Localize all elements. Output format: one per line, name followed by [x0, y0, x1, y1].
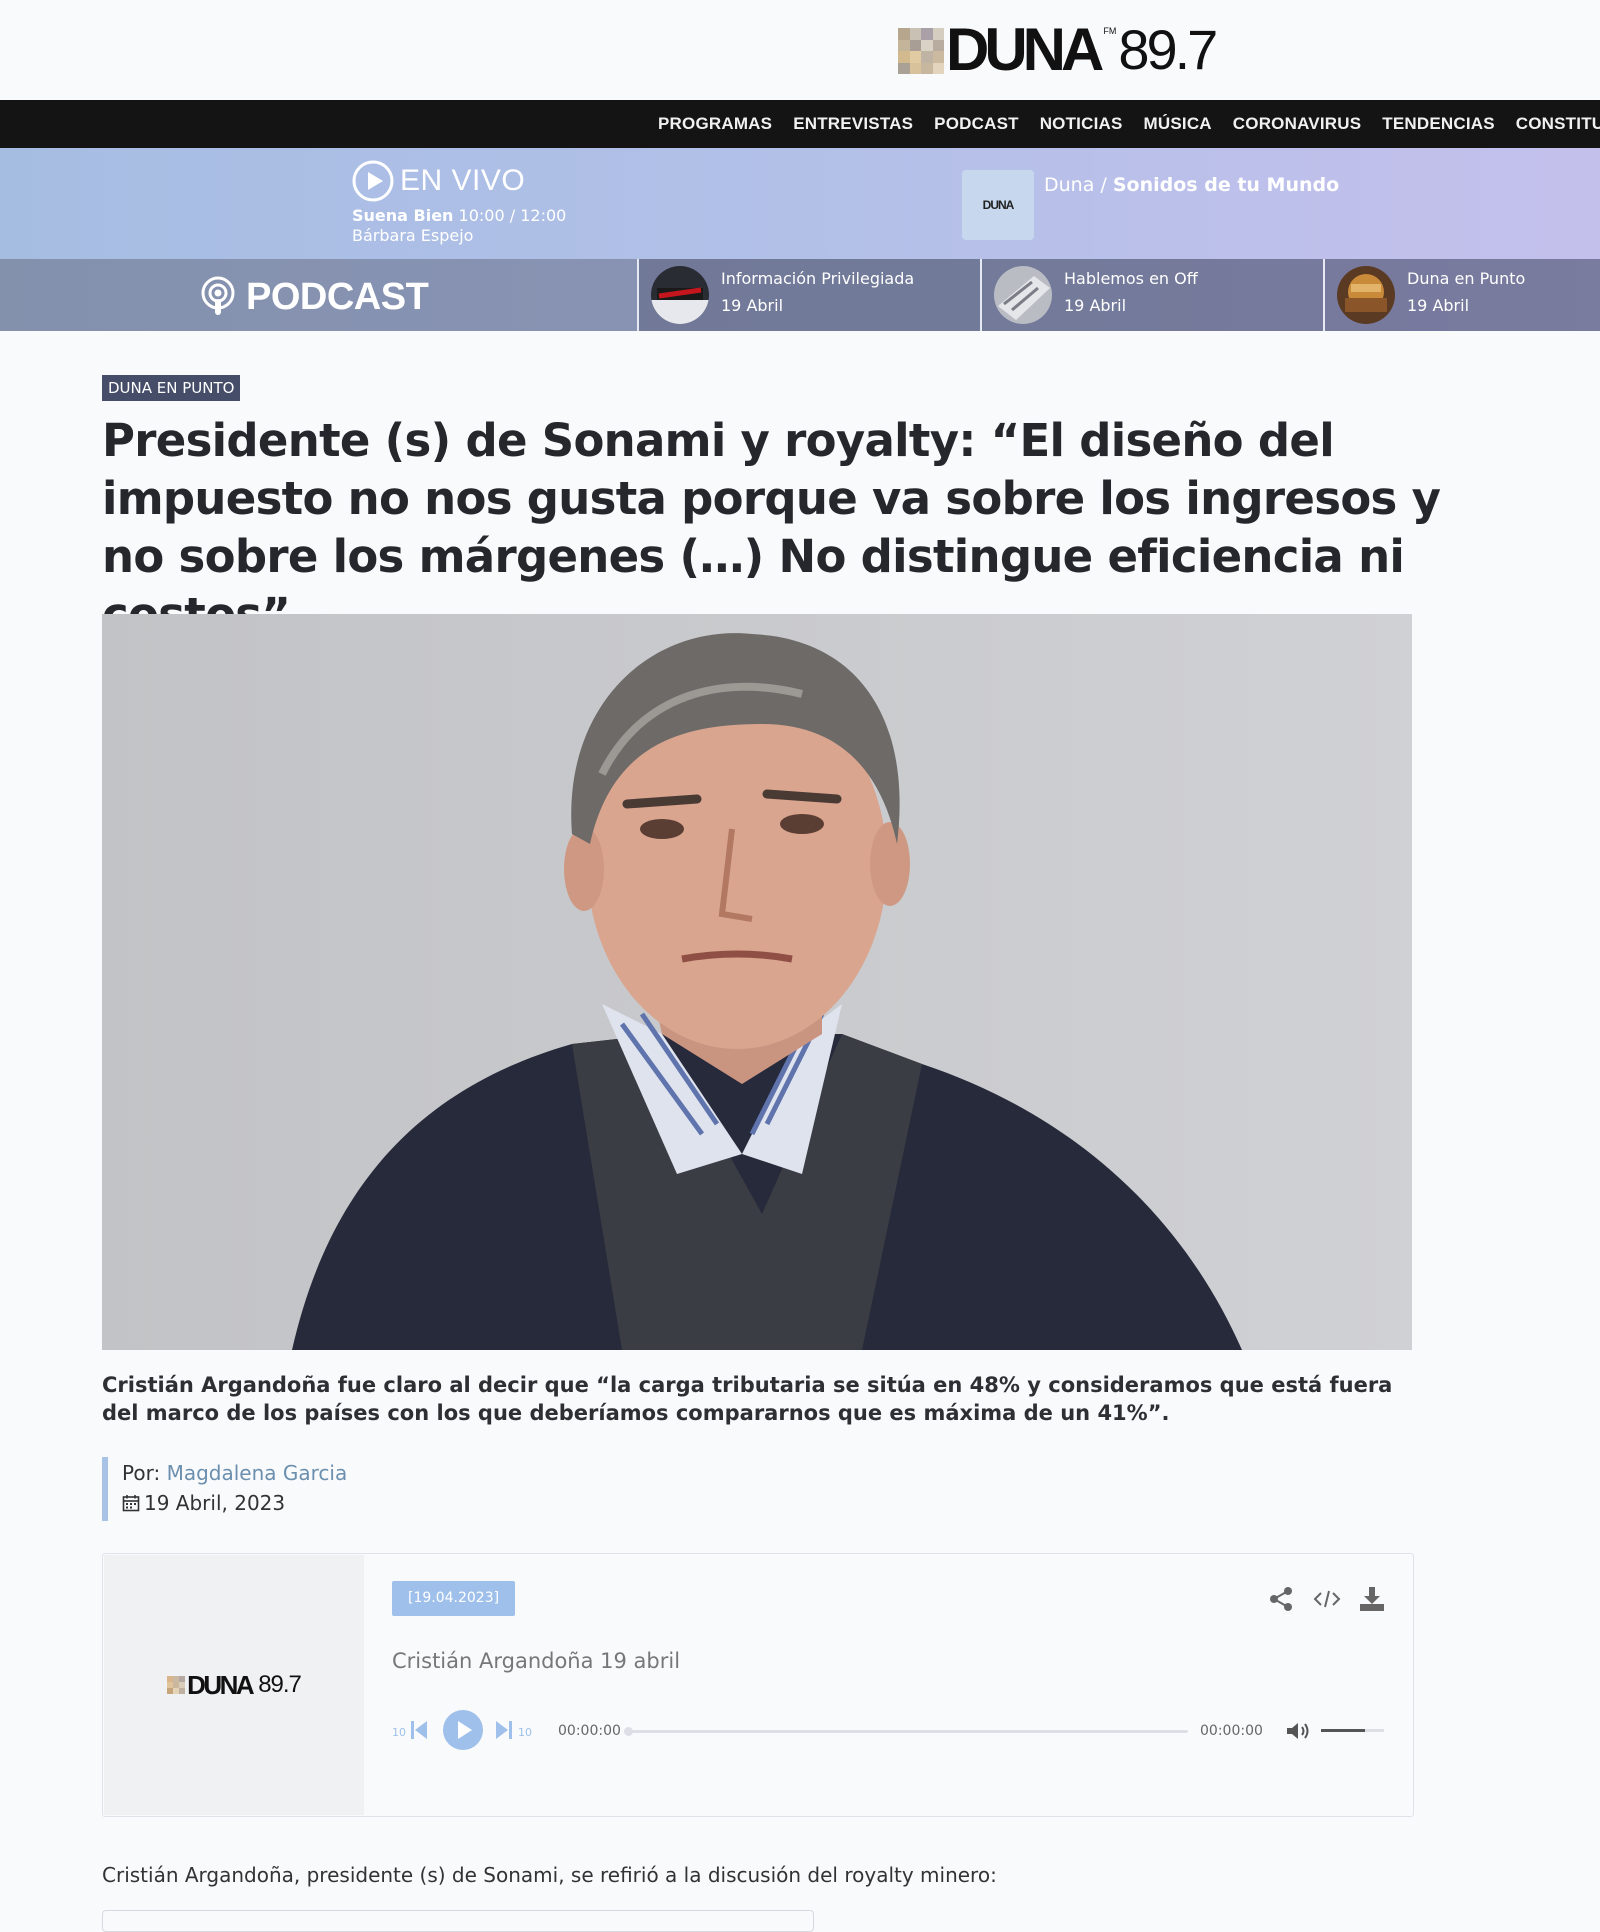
podcast-date: 19 Abril — [1064, 296, 1127, 315]
current-station: Duna / — [1044, 174, 1107, 196]
logo-mosaic-icon — [167, 1676, 186, 1694]
podcast-label[interactable]: PODCAST — [198, 275, 429, 319]
live-host: Bárbara Espejo — [352, 226, 474, 245]
article-photo — [102, 614, 1412, 1350]
live-show-time: 10:00 / 12:00 — [458, 206, 567, 225]
nav-item-entrevistas[interactable]: ENTREVISTAS — [793, 100, 913, 148]
embed-code-icon[interactable] — [1313, 1588, 1341, 1610]
article-paragraph: Cristián Argandoña, presidente (s) de So… — [102, 1863, 997, 1887]
podcast-date: 19 Abril — [721, 296, 784, 315]
logo-frequency: 89.7 — [1118, 18, 1218, 81]
live-label: EN VIVO — [400, 164, 526, 197]
live-show-name: Suena Bien — [352, 206, 454, 225]
podcast-card[interactable]: Información Privilegiada 19 Abril — [637, 259, 980, 331]
player-logo-mark: DUNA 89.7 — [167, 1669, 302, 1701]
volume-slider[interactable] — [1321, 1729, 1384, 1732]
podcast-title: Hablemos en Off — [1064, 269, 1198, 288]
publish-date: 19 Abril, 2023 — [122, 1491, 347, 1515]
volume-icon[interactable] — [1286, 1721, 1312, 1741]
current-program[interactable]: Duna / Sonidos de tu Mundo — [1044, 174, 1339, 196]
main-nav: PROGRAMAS ENTREVISTAS PODCAST NOTICIAS M… — [0, 100, 1600, 148]
category-badge[interactable]: DUNA EN PUNTO — [102, 375, 241, 401]
thumb-logo-text: DUNA — [982, 198, 1015, 212]
nav-item-noticias[interactable]: NOTICIAS — [1040, 100, 1123, 148]
live-show: Suena Bien 10:00 / 12:00 — [352, 206, 566, 225]
logo-word: DUNA — [946, 16, 1104, 83]
embedded-content-box — [102, 1910, 814, 1932]
time-total: 00:00:00 — [1200, 1723, 1263, 1739]
skip-forward-seconds: 10 — [518, 1726, 532, 1739]
article-headline: Presidente (s) de Sonami y royalty: “El … — [102, 414, 1441, 641]
podcast-icon — [201, 276, 235, 315]
skip-back-seconds: 10 — [392, 1726, 406, 1739]
podcast-strip: PODCAST Información Privilegiada 19 Abri… — [0, 259, 1600, 331]
time-current: 00:00:00 — [558, 1723, 621, 1739]
nav-item-musica[interactable]: MÚSICA — [1144, 100, 1212, 148]
nav-item-constitucion[interactable]: CONSTITUCIÓN — [1516, 100, 1600, 148]
share-icon[interactable] — [1268, 1586, 1294, 1612]
podcast-card[interactable]: Duna en Punto 19 Abril — [1323, 259, 1600, 331]
logo-fm: FM — [1103, 26, 1117, 36]
author-link[interactable]: Magdalena Garcia — [167, 1461, 348, 1485]
play-button[interactable] — [442, 1709, 484, 1751]
audio-player: DUNA 89.7 [19.04.2023] Cristián Argandoñ… — [102, 1553, 1414, 1817]
podcast-title: Duna en Punto — [1407, 269, 1526, 288]
podcast-thumb — [994, 266, 1052, 324]
skip-back-icon[interactable] — [410, 1719, 428, 1741]
podcast-date: 19 Abril — [1407, 296, 1470, 315]
player-logo: DUNA 89.7 — [104, 1555, 364, 1815]
nav-item-podcast[interactable]: PODCAST — [934, 100, 1019, 148]
podcast-label-text: PODCAST — [246, 275, 429, 318]
current-program-name: Sonidos de tu Mundo — [1112, 174, 1340, 196]
podcast-thumb — [1337, 266, 1395, 324]
logo-mosaic-icon — [898, 28, 944, 74]
live-band: EN VIVO Suena Bien 10:00 / 12:00 Bárbara… — [0, 148, 1600, 259]
publish-date-text: 19 Abril, 2023 — [144, 1491, 286, 1515]
site-logo[interactable]: DUNA FM 89.7 — [898, 16, 1218, 83]
live-title: EN VIVO — [352, 160, 566, 202]
author-line: Por: Magdalena Garcia — [122, 1461, 347, 1485]
download-icon[interactable] — [1359, 1586, 1385, 1612]
nav-item-coronavirus[interactable]: CORONAVIRUS — [1233, 100, 1361, 148]
podcast-title: Información Privilegiada — [721, 269, 915, 288]
player-logo-freq: 89.7 — [258, 1671, 302, 1698]
episode-date-badge: [19.04.2023] — [392, 1581, 516, 1616]
author-prefix: Por: — [122, 1461, 161, 1485]
nav-items: PROGRAMAS ENTREVISTAS PODCAST NOTICIAS M… — [658, 100, 1600, 148]
photo-caption: Cristián Argandoña fue claro al decir qu… — [102, 1373, 1393, 1425]
podcast-thumb — [651, 266, 709, 324]
current-program-thumb[interactable]: DUNA — [962, 170, 1034, 240]
live-now-playing[interactable]: EN VIVO Suena Bien 10:00 / 12:00 Bárbara… — [352, 160, 566, 245]
play-circle-icon — [352, 160, 394, 202]
calendar-icon — [122, 1495, 140, 1512]
episode-title: Cristián Argandoña 19 abril — [392, 1649, 681, 1673]
site-header: DUNA FM 89.7 — [0, 0, 1600, 100]
byline: Por: Magdalena Garcia 19 Abril, 2023 — [102, 1457, 347, 1521]
progress-bar[interactable] — [624, 1727, 1188, 1736]
podcast-card[interactable]: Hablemos en Off 19 Abril — [980, 259, 1323, 331]
progress-knob[interactable] — [624, 1727, 633, 1736]
skip-forward-icon[interactable] — [495, 1719, 513, 1741]
player-logo-word: DUNA — [187, 1669, 255, 1700]
nav-item-programas[interactable]: PROGRAMAS — [658, 100, 772, 148]
volume-level — [1321, 1729, 1366, 1732]
nav-item-tendencias[interactable]: TENDENCIAS — [1382, 100, 1495, 148]
